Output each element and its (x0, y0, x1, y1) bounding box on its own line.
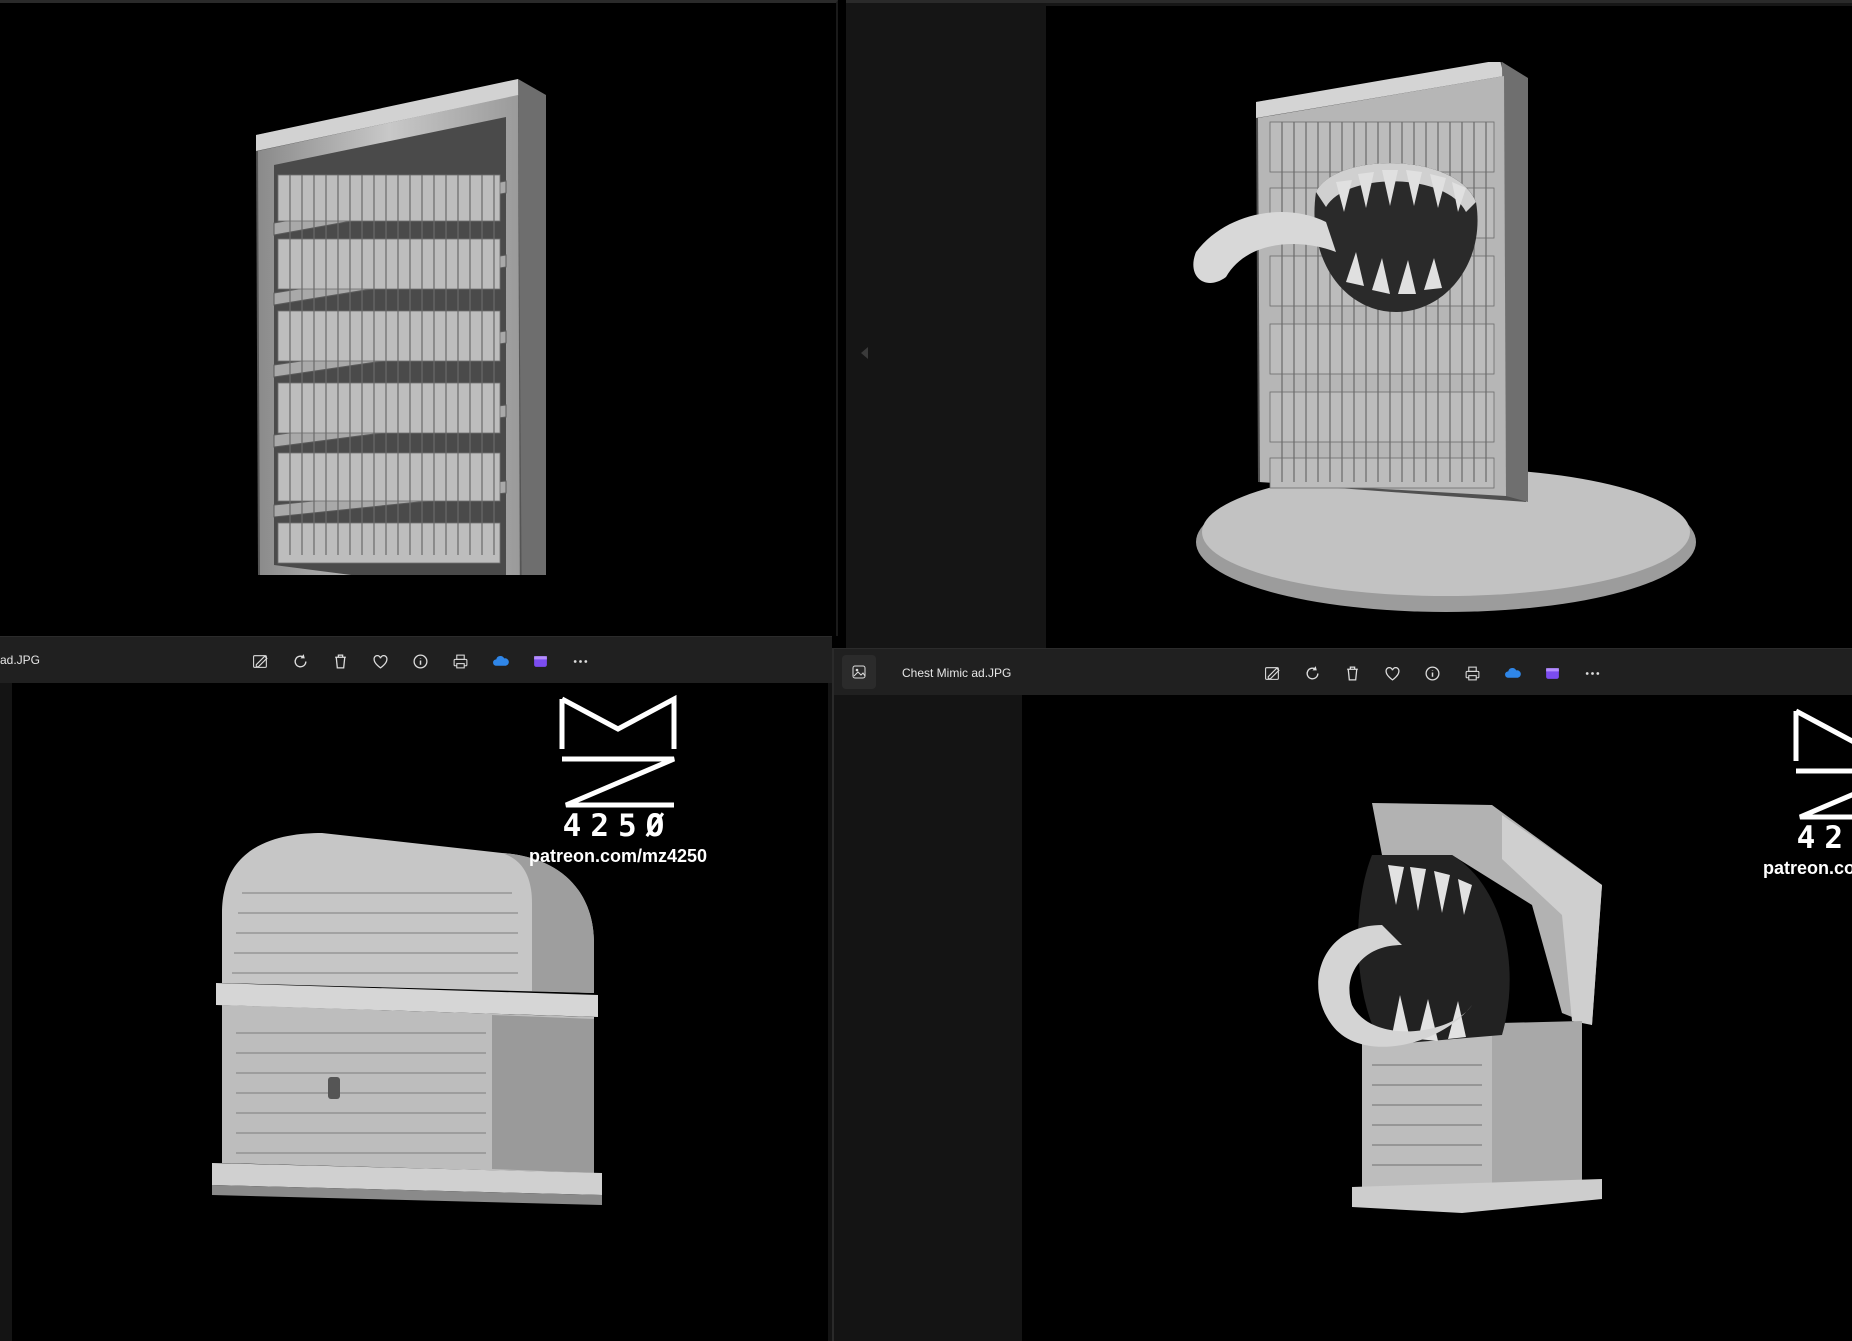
clipchamp-icon[interactable] (1538, 659, 1566, 687)
delete-icon[interactable] (1338, 659, 1366, 687)
bottom-left-viewer: 425Ø patreon.com/mz4250 (0, 683, 832, 1341)
mz-mark-icon (1793, 708, 1852, 820)
mimic-bookshelf-viewport (1046, 6, 1852, 648)
image-gallery-icon (852, 665, 866, 679)
patreon-url: patreon.com/mz4250 (528, 846, 708, 866)
favorite-heart-icon[interactable] (366, 647, 394, 675)
bottom-right-toolbar: Chest Mimic ad.JPG (832, 648, 1852, 695)
mz4250-logo: 425Ø patreon.com/mz4250 (528, 693, 708, 867)
bottom-left-toolbar: ad.JPG (0, 636, 832, 683)
more-options-icon[interactable] (566, 647, 594, 675)
chest-mimic-viewport: 425Ø patreon.com/mz4250 (1022, 695, 1852, 1341)
more-options-icon[interactable] (1578, 659, 1606, 687)
chest-model (212, 833, 602, 1205)
mz4250-logo: 425Ø patreon.com/mz4250 (1762, 705, 1852, 879)
rotate-icon[interactable] (286, 647, 314, 675)
edit-image-icon[interactable] (246, 647, 274, 675)
gallery-thumbnail-button[interactable] (842, 655, 876, 689)
previous-arrow-icon[interactable] (858, 343, 872, 363)
onedrive-cloud-icon[interactable] (486, 647, 514, 675)
print-icon[interactable] (446, 647, 474, 675)
toolbar-actions (1258, 659, 1606, 687)
top-right-viewer (846, 0, 1852, 648)
toolbar-actions (246, 647, 594, 675)
favorite-heart-icon[interactable] (1378, 659, 1406, 687)
file-name: Chest Mimic ad.JPG (902, 666, 1012, 680)
mz-mark-icon (559, 694, 677, 808)
onedrive-cloud-icon[interactable] (1498, 659, 1526, 687)
bookshelf-mimic-model (1193, 62, 1696, 612)
bottom-right-viewer: 425Ø patreon.com/mz4250 (832, 695, 1852, 1341)
delete-icon[interactable] (326, 647, 354, 675)
clipchamp-icon[interactable] (526, 647, 554, 675)
edit-image-icon[interactable] (1258, 659, 1286, 687)
viewer-side-gutter (846, 3, 1046, 648)
print-icon[interactable] (1458, 659, 1486, 687)
logo-number: 425Ø (562, 808, 674, 844)
patreon-url: patreon.com/mz4250 (1762, 858, 1852, 878)
logo-number: 425Ø (1796, 820, 1852, 856)
file-name: ad.JPG (0, 653, 41, 667)
info-icon[interactable] (406, 647, 434, 675)
rotate-icon[interactable] (1298, 659, 1326, 687)
info-icon[interactable] (1418, 659, 1446, 687)
top-left-viewer (0, 0, 838, 636)
chest-mimic-model (1318, 803, 1602, 1213)
chest-viewport: 425Ø patreon.com/mz4250 (12, 683, 828, 1341)
